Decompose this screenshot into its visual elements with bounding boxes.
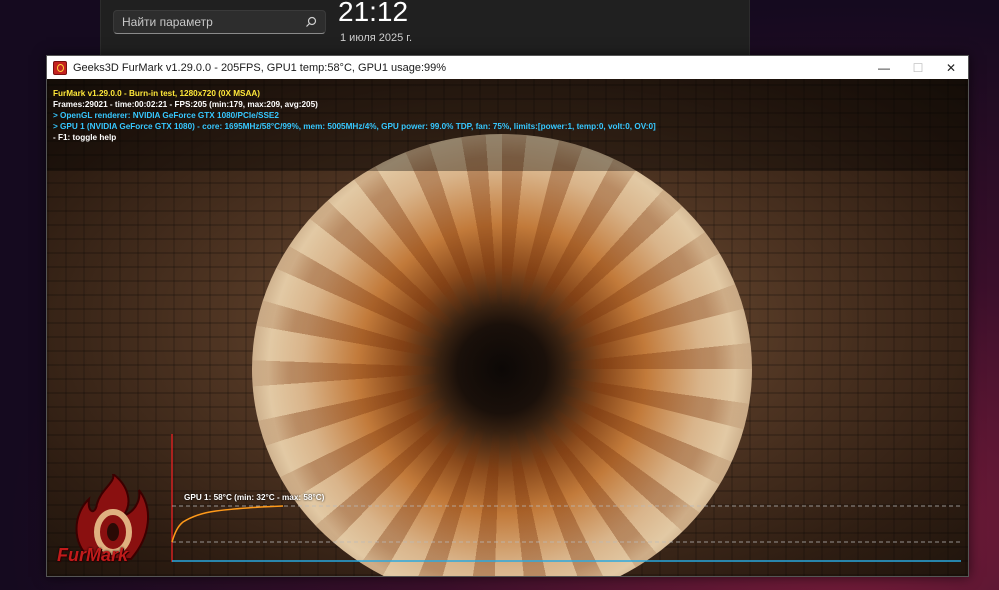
graph-temperature-label: GPU 1: 58°C (min: 32°C - max: 58°C) xyxy=(184,493,325,502)
hud-gpu-line: > GPU 1 (NVIDIA GeForce GTX 1080) - core… xyxy=(53,122,656,131)
search-icon[interactable] xyxy=(305,16,317,28)
close-button[interactable]: ✕ xyxy=(934,56,968,79)
hud-help-line: - F1: toggle help xyxy=(53,133,117,142)
window-title: Geeks3D FurMark v1.29.0.0 - 205FPS, GPU1… xyxy=(73,61,447,74)
furmark-logo-text: FurMark xyxy=(57,545,129,565)
clock-date: 1 июля 2025 г. xyxy=(340,32,413,44)
hud-renderer-line: > OpenGL renderer: NVIDIA GeForce GTX 10… xyxy=(53,111,279,120)
hud-frames-line: Frames:29021 - time:00:02:21 - FPS:205 (… xyxy=(53,100,318,109)
maximize-button[interactable]: ☐ xyxy=(901,56,935,79)
furmark-window: Geeks3D FurMark v1.29.0.0 - 205FPS, GPU1… xyxy=(46,55,969,577)
hud-title-line: FurMark v1.29.0.0 - Burn-in test, 1280x7… xyxy=(53,89,261,98)
graph-temperature-line xyxy=(171,505,284,543)
clock-time: 21:12 xyxy=(338,0,409,27)
title-bar[interactable]: Geeks3D FurMark v1.29.0.0 - 205FPS, GPU1… xyxy=(47,56,968,79)
search-input[interactable]: Найти параметр xyxy=(113,10,326,34)
settings-panel: Найти параметр 21:12 1 июля 2025 г. xyxy=(100,0,750,56)
furmark-app-icon xyxy=(53,60,67,75)
minimize-button[interactable]: — xyxy=(867,56,901,79)
search-placeholder: Найти параметр xyxy=(122,15,213,29)
render-viewport: FurMark v1.29.0.0 - Burn-in test, 1280x7… xyxy=(47,79,968,576)
